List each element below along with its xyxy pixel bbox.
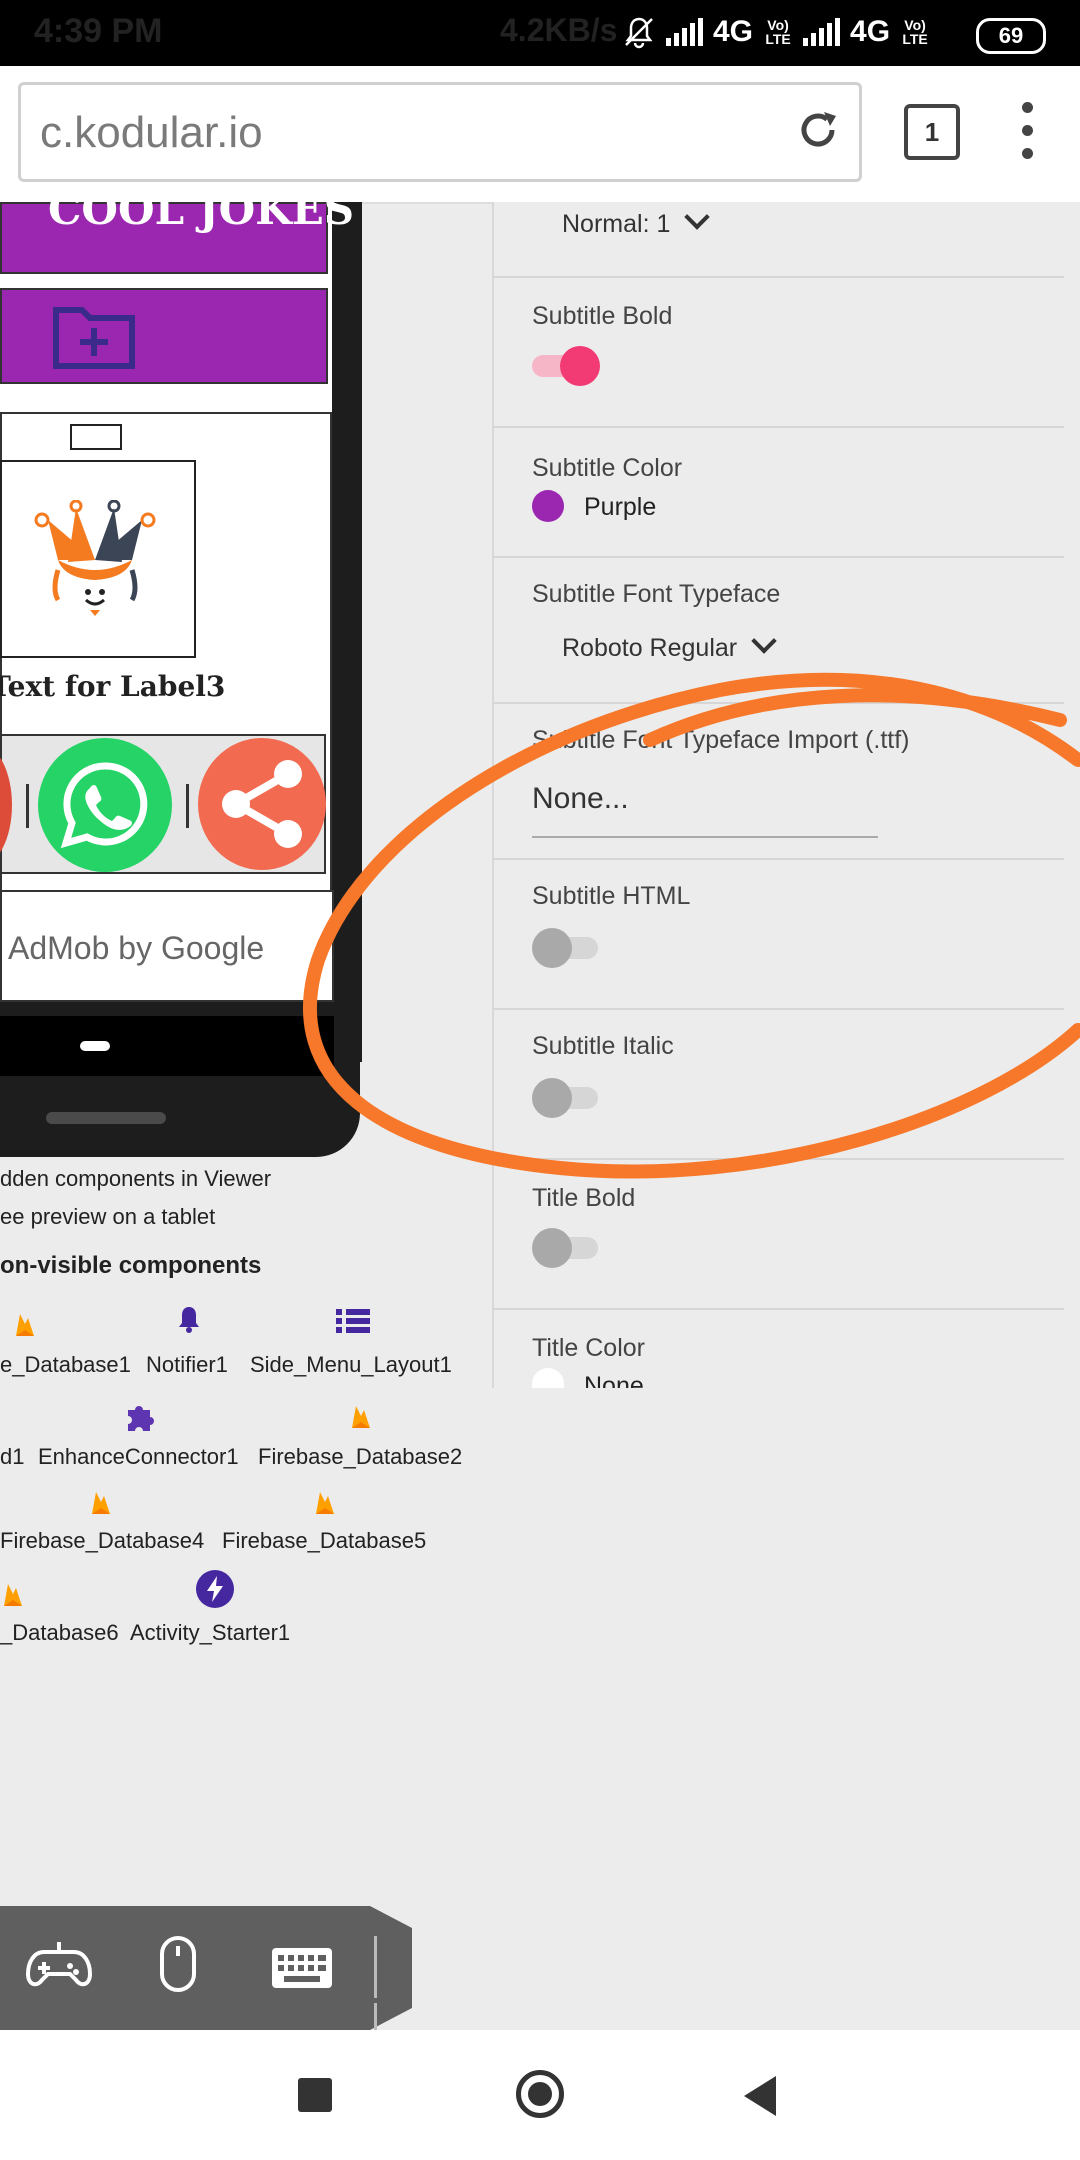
title-color-label: Title Color: [532, 1334, 645, 1362]
recents-icon[interactable]: [298, 2078, 332, 2112]
component-label[interactable]: Firebase_Database5: [222, 1528, 426, 1554]
divider: [494, 276, 1064, 278]
bell-icon: [179, 1307, 199, 1333]
drag-handle[interactable]: [374, 1936, 390, 2065]
list-icon: [336, 1309, 370, 1333]
admob-label: AdMob by Google: [8, 930, 265, 966]
keyboard-icon[interactable]: [270, 1946, 334, 1990]
volte-badge-1: Vo) LTE: [765, 17, 791, 47]
toggle-knob: [560, 346, 600, 386]
tab-switcher-icon[interactable]: 1: [904, 104, 960, 160]
component-label[interactable]: d1: [0, 1444, 24, 1470]
firebase-icon: [4, 1584, 22, 1606]
subtitle-color-value[interactable]: Purple: [584, 493, 656, 522]
network-type-1: 4G: [713, 15, 754, 48]
jester-logo: [34, 500, 156, 616]
tablet-preview-option[interactable]: ee preview on a tablet: [0, 1204, 215, 1230]
add-button-bar[interactable]: [0, 288, 328, 384]
network-type-2: 4G: [850, 15, 891, 48]
title-color-value[interactable]: None: [584, 1372, 644, 1388]
label3: Text for Label3: [0, 670, 226, 703]
volte-badge-2: Vo) LTE: [902, 17, 928, 47]
toggle-knob: [532, 1078, 572, 1118]
component-label[interactable]: _Database6: [0, 1620, 119, 1646]
bolt-icon: [196, 1570, 234, 1608]
subtitle-italic-toggle[interactable]: [532, 1078, 602, 1118]
firebase-icon: [316, 1492, 334, 1514]
hidden-components-option[interactable]: dden components in Viewer: [0, 1166, 271, 1192]
phone-home-pill: [80, 1041, 110, 1051]
subtitle-html-label: Subtitle HTML: [532, 882, 691, 910]
title-bold-label: Title Bold: [532, 1184, 636, 1212]
phone-nav-bar: [0, 1016, 334, 1076]
signal-icon: [666, 18, 703, 46]
toggle-knob: [532, 1228, 572, 1268]
subtitle-color-label: Subtitle Color: [532, 454, 683, 482]
subtitle-font-import-label: Subtitle Font Typeface Import (.ttf): [532, 726, 910, 754]
app-title: COOL JOKES: [48, 190, 355, 234]
gamepad-icon[interactable]: [26, 1938, 92, 1994]
non-visible-heading: on-visible components: [0, 1252, 262, 1279]
component-label[interactable]: Activity_Starter1: [130, 1620, 290, 1646]
subtitle-html-toggle[interactable]: [532, 928, 602, 968]
back-icon[interactable]: [744, 2076, 776, 2116]
component-label[interactable]: Firebase_Database2: [258, 1444, 462, 1470]
status-time: 4:39 PM: [34, 12, 163, 50]
title-bold-toggle[interactable]: [532, 1228, 602, 1268]
battery-indicator: 69: [976, 18, 1046, 54]
normal-dropdown[interactable]: Normal: 1: [562, 204, 711, 239]
component-label[interactable]: Side_Menu_Layout1: [250, 1352, 452, 1378]
divider: [26, 784, 29, 828]
input-underline: [532, 836, 878, 838]
subtitle-font-typeface-dropdown[interactable]: Roboto Regular: [562, 628, 777, 663]
home-icon-inner: [528, 2082, 552, 2106]
component-label[interactable]: e_Database1: [0, 1352, 131, 1378]
network-speed: 4.2KB/s: [500, 12, 618, 48]
url-text[interactable]: c.kodular.io: [40, 108, 263, 158]
divider: [494, 1008, 1064, 1010]
divider: [186, 784, 189, 828]
divider: [494, 1158, 1064, 1160]
firebase-icon: [352, 1406, 370, 1428]
whatsapp-icon[interactable]: [38, 738, 172, 872]
component-label[interactable]: Firebase_Database4: [0, 1528, 204, 1554]
share-icon[interactable]: [198, 738, 326, 870]
firebase-icon: [16, 1314, 34, 1336]
subtitle-font-typeface-value: Roboto Regular: [562, 634, 738, 662]
phone-speaker: [46, 1112, 166, 1124]
signal-icon: [803, 18, 841, 46]
mouse-icon[interactable]: [158, 1934, 198, 1994]
component-label[interactable]: EnhanceConnector1: [38, 1444, 239, 1470]
subtitle-font-typeface-label: Subtitle Font Typeface: [532, 580, 781, 608]
normal-dropdown-value: Normal: 1: [562, 210, 671, 238]
placeholder-component[interactable]: [70, 424, 122, 450]
add-folder-icon[interactable]: [52, 302, 136, 370]
reload-icon[interactable]: [794, 106, 842, 154]
subtitle-font-import-input[interactable]: None...: [532, 782, 629, 816]
divider: [494, 1308, 1064, 1310]
divider: [494, 858, 1064, 860]
phone-frame-edge: [332, 202, 362, 1062]
overflow-menu-icon[interactable]: [1022, 102, 1034, 162]
subtitle-color-swatch[interactable]: [532, 490, 564, 522]
divider: [494, 702, 1064, 704]
divider: [494, 556, 1064, 558]
firebase-icon: [92, 1492, 110, 1514]
puzzle-icon: [128, 1406, 154, 1431]
divider: [494, 426, 1064, 428]
subtitle-italic-label: Subtitle Italic: [532, 1032, 674, 1060]
component-label[interactable]: Notifier1: [146, 1352, 228, 1378]
subtitle-bold-toggle[interactable]: [532, 346, 602, 386]
mute-icon: [625, 17, 653, 49]
subtitle-bold-label: Subtitle Bold: [532, 302, 673, 330]
toggle-knob: [532, 928, 572, 968]
status-icons: 4G Vo) LTE 4G Vo) LTE: [622, 10, 930, 54]
